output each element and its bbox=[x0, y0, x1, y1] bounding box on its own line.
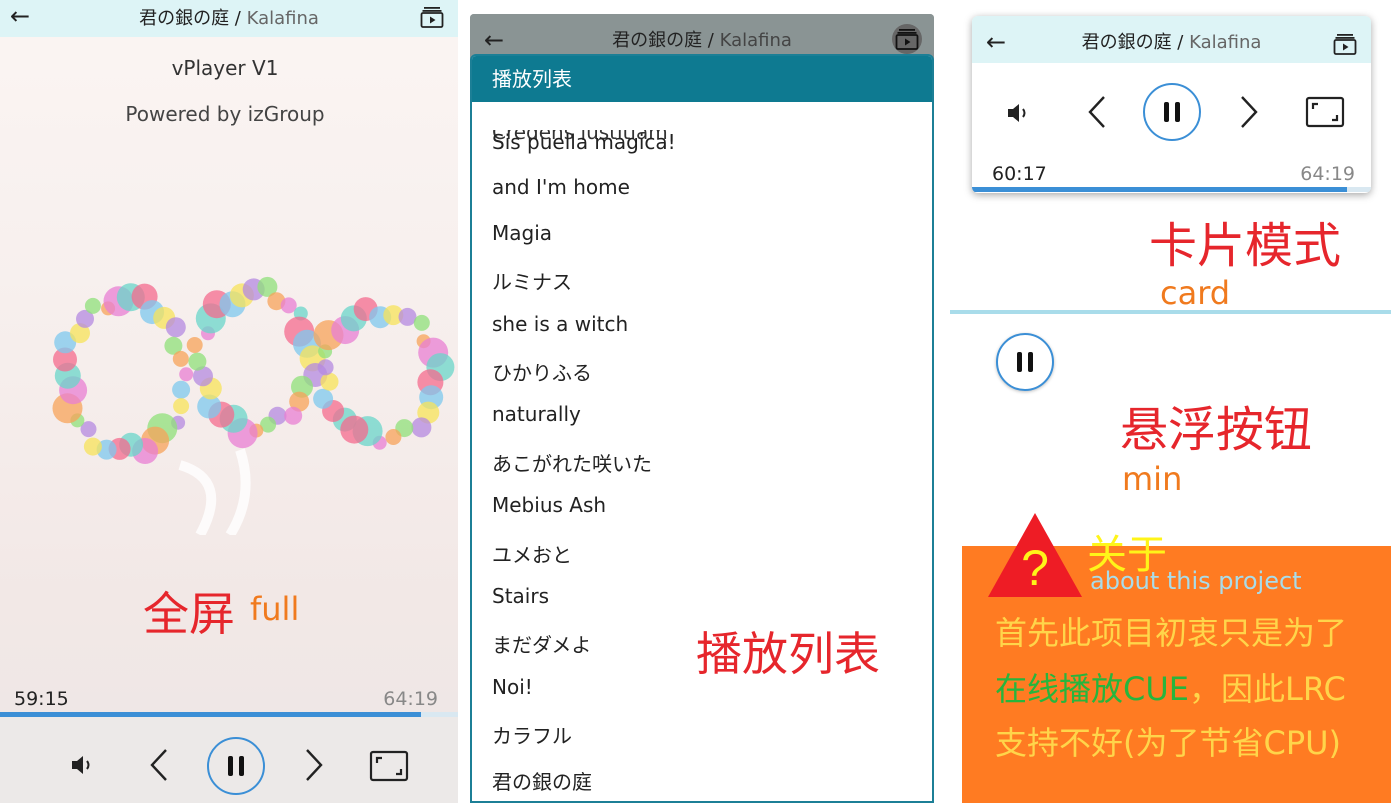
powered-by: Powered by izGroup bbox=[125, 102, 325, 126]
svg-text:?: ? bbox=[1021, 540, 1049, 596]
section-divider bbox=[950, 310, 1391, 314]
total-time: 64:19 bbox=[383, 688, 438, 710]
now-playing-title: 君の銀の庭 / Kalafina bbox=[972, 28, 1371, 54]
about-line-2: 在线播放CUE，因此LRC bbox=[995, 664, 1346, 710]
volume-icon[interactable] bbox=[1002, 96, 1036, 130]
progress-bar[interactable] bbox=[972, 187, 1371, 192]
song-title: 君の銀の庭 bbox=[612, 30, 703, 51]
playlist-item[interactable]: ルミナス bbox=[492, 266, 572, 295]
previous-button[interactable] bbox=[144, 745, 174, 785]
album-art-bubbles bbox=[52, 276, 455, 535]
current-time: 59:15 bbox=[14, 688, 69, 710]
card-mode-player: ← 君の銀の庭 / Kalafina 60:17 64:19 bbox=[972, 16, 1371, 193]
playlist-item[interactable]: Mebius Ash bbox=[492, 493, 606, 517]
playlist-icon[interactable] bbox=[420, 5, 444, 29]
playlist-header: 播放列表 bbox=[472, 56, 932, 102]
song-title: 君の銀の庭 bbox=[1081, 32, 1172, 53]
artist-name: Kalafina bbox=[246, 8, 319, 29]
player-header: ← 君の銀の庭 / Kalafina bbox=[470, 14, 934, 56]
bubble bbox=[284, 406, 303, 425]
player-header: ← 君の銀の庭 / Kalafina bbox=[0, 0, 458, 37]
playlist-item[interactable]: Stairs bbox=[492, 584, 549, 608]
mode-label-min-cn: 悬浮按钮 bbox=[1120, 402, 1313, 458]
bubble bbox=[385, 429, 402, 445]
bubble bbox=[83, 437, 102, 456]
fullscreen-icon[interactable] bbox=[1303, 94, 1347, 130]
warning-icon: ? bbox=[988, 513, 1082, 597]
playlist-item[interactable]: naturally bbox=[492, 402, 581, 426]
about-subtitle: about this project bbox=[1090, 567, 1302, 595]
about-line-2-highlight: 在线播放CUE bbox=[995, 670, 1189, 708]
about-line-3: 支持不好(为了节省CPU) bbox=[995, 724, 1342, 762]
bubble bbox=[340, 415, 369, 444]
floating-pause-button[interactable] bbox=[996, 333, 1054, 391]
bubble bbox=[165, 317, 186, 338]
mode-label-min-en: min bbox=[1122, 460, 1183, 498]
playlist-item[interactable]: Sis puella magica! bbox=[492, 130, 676, 154]
bubble bbox=[186, 337, 203, 353]
bubble bbox=[84, 297, 101, 314]
bubble bbox=[172, 350, 189, 367]
about-line-2-rest: ，因此LRC bbox=[1189, 670, 1346, 708]
previous-button[interactable] bbox=[1082, 92, 1112, 132]
artwork-stem bbox=[178, 448, 251, 535]
current-time: 60:17 bbox=[992, 163, 1047, 185]
playlist-item[interactable]: Noi! bbox=[492, 675, 533, 699]
bubble bbox=[188, 352, 207, 371]
artist-name: Kalafina bbox=[1189, 32, 1262, 53]
pause-button[interactable] bbox=[207, 737, 265, 795]
playlist-icon[interactable] bbox=[1333, 32, 1357, 56]
now-playing-title: 君の銀の庭 / Kalafina bbox=[0, 4, 458, 30]
mode-label-full-cn: 全屏 bbox=[143, 587, 235, 641]
playlist-sheet: 播放列表 Credens justitiam Sis puella magica… bbox=[470, 54, 934, 803]
playlist-item[interactable]: she is a witch bbox=[492, 312, 628, 336]
bubble bbox=[172, 380, 191, 399]
mode-label-full-en: full bbox=[250, 590, 300, 628]
bubble bbox=[320, 372, 339, 391]
mode-label-card-en: card bbox=[1160, 274, 1231, 312]
about-line-1: 首先此项目初衷只是为了 bbox=[995, 614, 1348, 652]
playlist-item[interactable]: カラフル bbox=[492, 720, 572, 749]
control-bar bbox=[0, 717, 458, 803]
mode-label-playlist-cn: 播放列表 bbox=[696, 627, 880, 681]
pause-button[interactable] bbox=[1143, 83, 1201, 141]
player-header: ← 君の銀の庭 / Kalafina bbox=[972, 16, 1371, 63]
bubble bbox=[317, 359, 334, 376]
artist-name: Kalafina bbox=[719, 30, 792, 51]
title-separator: / bbox=[1171, 32, 1190, 53]
playlist-item[interactable]: ひかりふる bbox=[492, 357, 592, 386]
next-button[interactable] bbox=[1234, 92, 1264, 132]
volume-icon[interactable] bbox=[66, 748, 100, 782]
app-name: vPlayer V1 bbox=[171, 56, 279, 80]
title-separator: / bbox=[229, 8, 247, 29]
title-separator: / bbox=[702, 30, 720, 51]
bubble bbox=[173, 398, 190, 415]
now-playing-title: 君の銀の庭 / Kalafina bbox=[470, 26, 934, 52]
playlist-item[interactable]: and I'm home bbox=[492, 175, 630, 199]
playlist-mode-player: ← 君の銀の庭 / Kalafina 播放列表 Credens justitia… bbox=[470, 14, 934, 803]
playlist-item[interactable]: 君の銀の庭 bbox=[492, 766, 592, 795]
bubble bbox=[411, 417, 432, 438]
song-title: 君の銀の庭 bbox=[139, 8, 230, 29]
fullscreen-icon[interactable] bbox=[367, 748, 411, 784]
mode-label-card-cn: 卡片模式 bbox=[1149, 218, 1342, 274]
bubble bbox=[398, 307, 417, 326]
progress-fill bbox=[972, 187, 1348, 192]
bubble bbox=[413, 314, 430, 331]
playlist-item[interactable]: ユメおと bbox=[492, 539, 572, 568]
full-mode-player: ← 君の銀の庭 / Kalafina vPlayer V1 Powered by… bbox=[0, 0, 458, 803]
playlist-item[interactable]: Magia bbox=[492, 221, 552, 245]
playlist-icon[interactable] bbox=[892, 24, 922, 54]
next-button[interactable] bbox=[299, 745, 329, 785]
total-time: 64:19 bbox=[1300, 163, 1355, 185]
bubble bbox=[313, 388, 334, 409]
playlist-item[interactable]: まだダメよ bbox=[492, 629, 591, 658]
bubble bbox=[179, 367, 194, 382]
playlist-item[interactable]: あこがれた咲いた bbox=[492, 448, 652, 477]
